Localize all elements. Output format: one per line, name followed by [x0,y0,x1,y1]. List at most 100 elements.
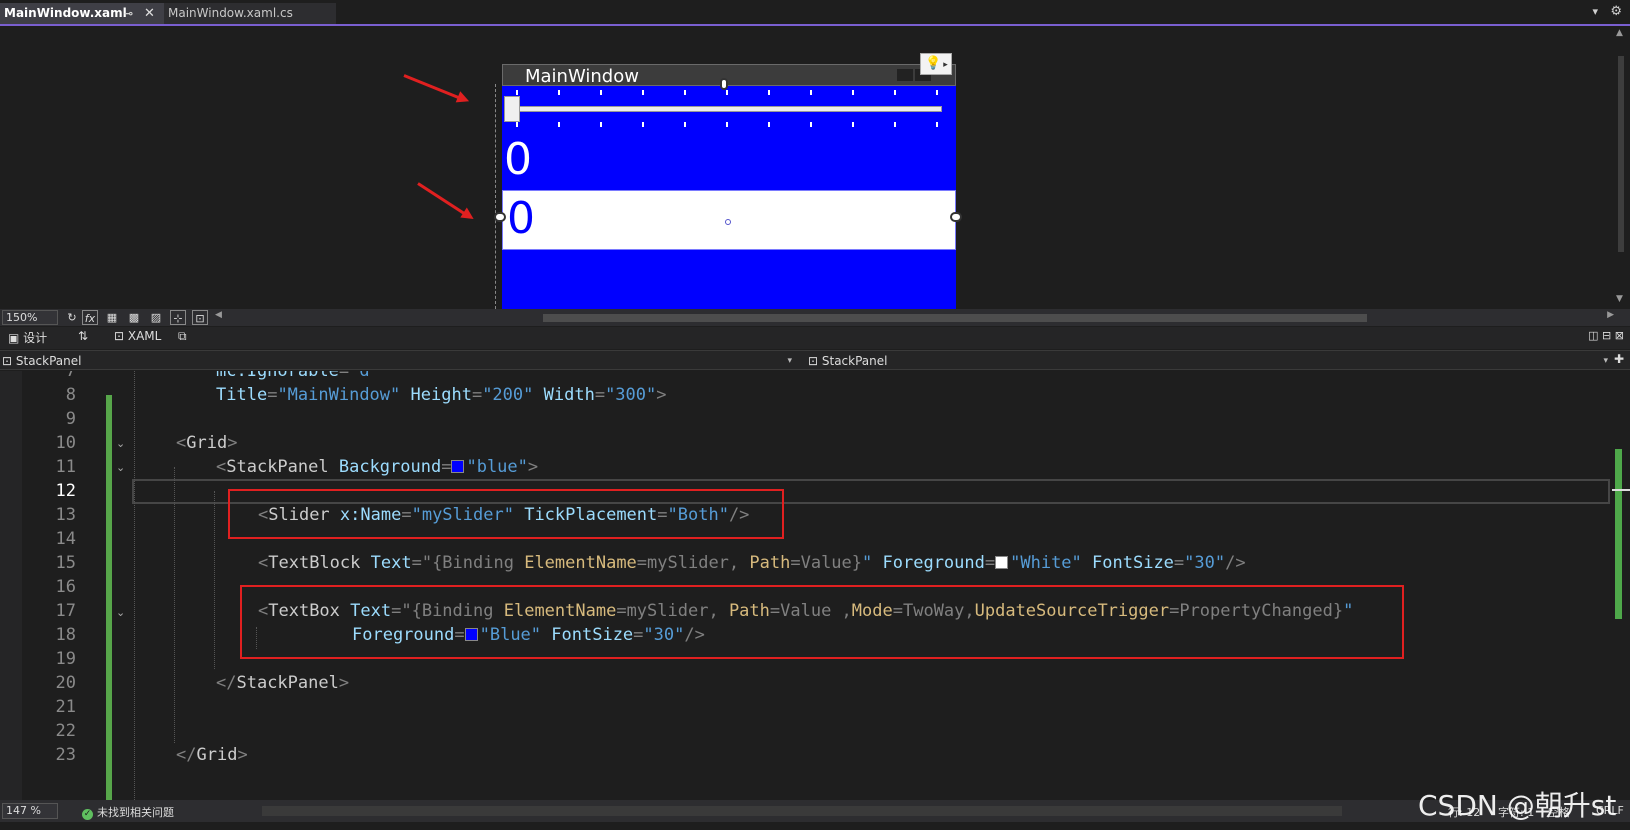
annotation-box-slider [228,489,784,539]
indent-guide [174,467,175,743]
lightbulb-icon[interactable]: 💡 ▸ [920,53,952,75]
annotation-arrow [403,74,466,102]
xaml-view-tab[interactable]: ⊡ XAML [114,329,161,343]
code-line-20: </StackPanel> [216,673,350,693]
stackpanel-icon: ⊡ [808,354,822,368]
resize-handle-right-icon[interactable] [950,212,962,222]
slider-tick [894,90,896,95]
code-line-15: <TextBlock Text="{Binding ElementName=my… [258,553,1246,573]
designer-horizontal-scrollbar[interactable]: ◀ ▶ [215,310,1614,323]
tab-mainwindow-xaml-cs[interactable]: MainWindow.xaml.cs [164,3,336,24]
editor-status-bar: 147 % ✓ 未找到相关问题 行: 12 字符: 1 空格 CRLF [0,800,1630,822]
scroll-thumb[interactable] [1618,56,1624,252]
scroll-up-icon[interactable]: ▲ [1616,28,1623,38]
slider-thumb[interactable] [504,96,520,122]
split-layout-icons[interactable]: ◫ ⊟ ⊠ [1588,329,1624,342]
code-line-10: <Grid> [176,433,238,453]
line-number: 14 [55,529,76,549]
slider-tick [894,122,896,127]
window-title: MainWindow [525,66,639,87]
xaml-code-editor[interactable]: 7 8 9 10 11 12 13 14 15 16 17 18 19 20 21 22 23 ⌄ ⌄ ⌄ mc… [0,371,1630,800]
slider-tick [810,90,812,95]
resize-handle-left-icon[interactable] [494,212,506,222]
snap-lines-icon[interactable]: ⊹ [170,310,186,325]
designer-zoom-select[interactable]: 150% [2,310,58,325]
fold-collapse-icon[interactable]: ⌄ [116,600,128,625]
add-split-icon[interactable]: ✚ [1614,352,1624,366]
code-line-23: </Grid> [176,745,248,765]
indicator-margin [0,371,22,800]
line-number: 9 [65,409,76,429]
resize-handle-top-icon[interactable] [720,78,728,90]
effects-toggle-icon[interactable]: fx [82,310,98,325]
designer-vertical-scrollbar[interactable]: ▲ ▼ [1612,28,1630,309]
design-view-tab[interactable]: ▣ 设计 [8,329,47,346]
editor-horizontal-scrollbar[interactable] [262,806,1342,816]
designer-toolbar: 150% ↻ fx ▦ ▩ ▨ ⊹ ⊡ ◀ ▶ [0,309,1630,326]
issues-status[interactable]: ✓ 未找到相关问题 [82,804,174,820]
slider-tick [810,122,812,127]
slider-tick [684,90,686,95]
slider-tick [726,122,728,127]
code-line-8: Title="MainWindow" Height="200" Width="3… [216,385,667,405]
slider-tick [642,122,644,127]
tab-label: MainWindow.xaml.cs [168,6,293,20]
line-number: 21 [55,697,76,717]
tab-list-dropdown-icon[interactable]: ▾ [1592,5,1598,18]
color-swatch-icon [995,556,1009,569]
design-surface[interactable]: MainWindow 💡 ▸ 0 0 ▲ ▼ [0,28,1630,309]
fold-collapse-icon[interactable]: ⌄ [116,431,128,456]
fold-collapse-icon[interactable]: ⌄ [116,455,128,480]
textbox-preview[interactable]: 0 [502,190,956,250]
scroll-thumb[interactable] [1615,449,1622,619]
check-circle-icon: ✓ [82,809,93,820]
chevron-down-icon: ▾ [787,356,792,366]
element-selector-right[interactable]: ⊡ StackPanel ▾ [808,352,1612,370]
slider-tick [558,90,560,95]
device-preview-icon[interactable]: ⊡ [192,310,208,325]
line-number: 13 [55,505,76,525]
textbox-value: 0 [507,193,535,244]
grid-toggle-icon[interactable]: ▦ [104,310,120,325]
refresh-icon[interactable]: ↻ [64,310,80,325]
slider-tick [642,90,644,95]
scroll-left-icon[interactable]: ◀ [215,310,222,320]
tab-mainwindow-xaml[interactable]: MainWindow.xaml ⊸ ✕ [0,3,164,24]
slider-track[interactable] [516,106,942,112]
popout-xaml-icon[interactable]: ⧉ [178,329,187,344]
window-preview[interactable]: MainWindow 💡 ▸ 0 0 [494,53,962,309]
line-number: 20 [55,673,76,693]
split-view-bar: ▣ 设计 ⇅ ⊡ XAML ⧉ ◫ ⊟ ⊠ [0,327,1630,349]
indent-guide [214,491,215,669]
line-number: 23 [55,745,76,765]
line-number: 11 [55,457,76,477]
line-number: 22 [55,721,76,741]
editor-zoom-select[interactable]: 147 % [2,803,58,819]
element-selector-left[interactable]: ⊡ StackPanel ▾ [2,352,796,370]
editor-vertical-scrollbar[interactable] [1612,371,1630,800]
artboard-background-icon[interactable]: ▨ [148,310,164,325]
snap-grid-icon[interactable]: ▩ [126,310,142,325]
swap-panes-icon[interactable]: ⇅ [78,329,88,343]
annotation-arrow [417,182,471,219]
scroll-down-icon[interactable]: ▼ [1616,294,1623,304]
slider-tick [852,90,854,95]
slider-tick [768,122,770,127]
slider-tick [516,122,518,127]
slider-tick [684,122,686,127]
slider-tick [600,90,602,95]
scroll-right-icon[interactable]: ▶ [1607,310,1614,320]
window-title-bar: MainWindow [502,64,956,87]
settings-icon[interactable]: ⚙ [1610,4,1622,19]
color-swatch-icon [451,460,465,473]
close-icon[interactable]: ✕ [144,3,155,24]
document-tab-bar: MainWindow.xaml ⊸ ✕ MainWindow.xaml.cs ▾… [0,0,1630,26]
line-number: 12 [55,481,76,501]
line-number: 8 [65,385,76,405]
caret-position-marker [1612,489,1630,491]
slider-tick [516,90,518,95]
line-number: 16 [55,577,76,597]
pin-icon[interactable]: ⊸ [124,3,133,24]
stackpanel-preview[interactable]: 0 0 [502,86,956,309]
scroll-thumb[interactable] [543,314,1367,322]
